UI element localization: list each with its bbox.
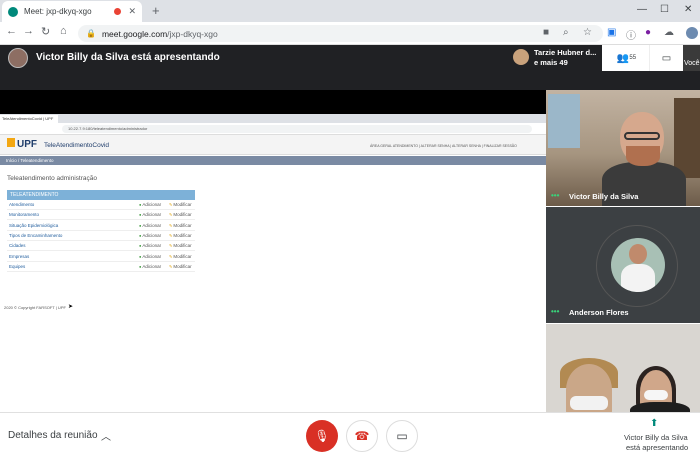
window-close-icon[interactable]: ✕ <box>684 4 692 15</box>
self-label: Você <box>684 60 700 67</box>
edit-link[interactable]: Modificar <box>169 243 191 248</box>
row-label[interactable]: Monitoramento <box>9 212 39 217</box>
hang-up-button[interactable]: ☎ <box>346 420 378 452</box>
new-tab-button[interactable]: + <box>152 3 160 19</box>
row-label[interactable]: Empresas <box>9 254 29 259</box>
lock-icon: 🔒 <box>86 29 96 38</box>
table-row: Equipes Adicionar Modificar <box>7 261 195 272</box>
reload-icon[interactable]: ↻ <box>41 25 50 38</box>
speaking-indicator-icon: ••• <box>551 191 560 200</box>
chat-icon: ▭ <box>661 52 672 64</box>
row-label[interactable]: Equipes <box>9 264 25 269</box>
video-tile-room[interactable] <box>546 324 700 412</box>
extension-purple-icon[interactable]: ● <box>645 27 651 38</box>
attendee-name: Tarzie Hubner d... <box>534 48 597 57</box>
add-link[interactable]: Adicionar <box>139 243 161 248</box>
row-label[interactable]: Tipos de Encaminhamento <box>9 233 62 238</box>
edit-link[interactable]: Modificar <box>169 202 191 207</box>
present-screen-icon[interactable]: ⬆ <box>650 418 658 429</box>
edit-link[interactable]: Modificar <box>169 264 191 269</box>
add-link[interactable]: Adicionar <box>139 202 161 207</box>
attendee-more: e mais 49 <box>534 58 568 67</box>
tile-name: Anderson Flores <box>569 308 629 317</box>
recording-dot-icon <box>114 8 122 15</box>
tab-close-icon[interactable]: ✕ <box>128 6 136 17</box>
self-view-tile[interactable] <box>683 45 700 71</box>
url-host: meet.google.com <box>101 28 168 39</box>
shared-table-header: TELEATENDIMENTO <box>7 190 195 200</box>
phone-hangup-icon: ☎ <box>354 429 370 443</box>
info-icon[interactable]: ⓘ <box>626 27 636 42</box>
video-area-background <box>546 71 700 90</box>
speaking-indicator-icon: ••• <box>551 307 560 316</box>
add-link[interactable]: Adicionar <box>139 254 161 259</box>
mic-off-icon: 🎙 <box>314 429 330 443</box>
presenter-avatar <box>8 48 28 68</box>
zoom-icon[interactable]: ⌕ <box>563 27 569 38</box>
bookmark-star-icon[interactable]: ☆ <box>583 27 592 38</box>
extension-icon[interactable]: ▣ <box>607 27 616 38</box>
tile-name: Victor Billy da Silva <box>569 192 639 201</box>
table-row: Cidades Adicionar Modificar <box>7 241 195 252</box>
shared-breadcrumb: Início / Teleatendimento <box>6 158 54 163</box>
meet-favicon-icon <box>8 6 18 17</box>
upf-logo-icon <box>7 138 15 147</box>
edit-link[interactable]: Modificar <box>169 233 191 238</box>
shared-page-title: Teleatendimento administração <box>7 175 97 182</box>
add-link[interactable]: Adicionar <box>139 223 161 228</box>
table-row: Atendimento Adicionar Modificar <box>7 200 195 210</box>
maximize-icon[interactable]: ☐ <box>660 4 669 15</box>
shared-address-bar: 10.22.7.9:180/teleatendimento/administra… <box>62 125 532 133</box>
camera-button[interactable]: ▭ <box>386 420 418 452</box>
video-tile-presenter[interactable] <box>546 90 700 206</box>
presenting-title: Victor Billy da Silva está apresentando <box>36 52 220 63</box>
participants-count: 55 <box>629 55 637 61</box>
mic-muted-button[interactable]: 🎙 <box>306 420 338 452</box>
minimize-icon[interactable]: — <box>637 4 647 15</box>
mouse-cursor-icon: ➤ <box>68 304 74 310</box>
meeting-details-button[interactable]: Detalhes da reunião <box>8 430 98 441</box>
presenter-status-line2[interactable]: está apresentando <box>626 443 688 452</box>
people-icon: 👥 <box>616 52 630 64</box>
forward-icon[interactable]: → <box>23 25 34 37</box>
row-label[interactable]: Situação Epidemiológica <box>9 223 58 228</box>
edit-link[interactable]: Modificar <box>169 254 191 259</box>
browser-tab[interactable]: Meet: jxp-dkyq-xgo ✕ <box>2 1 142 22</box>
chevron-up-icon[interactable]: ︿ <box>101 428 111 443</box>
shared-tab-strip <box>0 114 546 123</box>
edit-link[interactable]: Modificar <box>169 223 191 228</box>
add-link[interactable]: Adicionar <box>139 212 161 217</box>
url-path: /jxp-dkyq-xgo <box>167 28 218 39</box>
row-label[interactable]: Cidades <box>9 243 26 248</box>
shared-breadcrumb-bar <box>0 156 546 165</box>
shared-footer: 2020 © Copyright FARSOFT | UPF <box>4 305 66 310</box>
participants-button[interactable]: 👥 55 <box>604 45 649 71</box>
chat-button[interactable]: ▭ <box>649 45 683 71</box>
table-row: Tipos de Encaminhamento Adicionar Modifica… <box>7 230 195 241</box>
presentation-letterbox <box>0 90 546 114</box>
upf-logo-text: UPF <box>17 139 37 150</box>
cloud-icon[interactable]: ☁ <box>664 27 674 38</box>
browser-tab-title: Meet: jxp-dkyq-xgo <box>24 7 92 16</box>
add-link[interactable]: Adicionar <box>139 264 161 269</box>
camera-indicator-icon[interactable]: ■ <box>543 27 549 38</box>
address-bar[interactable]: 🔒 meet.google.com/jxp-dkyq-xgo <box>78 25 603 42</box>
presenter-status-line1[interactable]: Victor Billy da Silva <box>624 433 688 442</box>
avatar <box>611 238 665 292</box>
profile-avatar[interactable] <box>686 27 698 39</box>
table-row: Monitoramento Adicionar Modificar <box>7 210 195 221</box>
table-row: Empresas Adicionar Modificar <box>7 251 195 262</box>
back-icon[interactable]: ← <box>6 25 17 37</box>
shared-app-title: TeleAtendimentoCovid <box>44 142 110 149</box>
table-row: Situação Epidemiológica Adicionar Modifica… <box>7 220 195 231</box>
shared-tab: TeleAtendimentoCovid | UPF <box>0 115 58 123</box>
edit-link[interactable]: Modificar <box>169 212 191 217</box>
add-link[interactable]: Adicionar <box>139 233 161 238</box>
attendee-avatar <box>513 49 529 65</box>
row-label[interactable]: Atendimento <box>9 202 34 207</box>
shared-nav-links: ÁREA GERAL ATENDIMENTO | ALTERAR SENHA |… <box>370 144 517 148</box>
camera-icon: ▭ <box>396 429 408 443</box>
home-icon[interactable]: ⌂ <box>60 25 67 37</box>
